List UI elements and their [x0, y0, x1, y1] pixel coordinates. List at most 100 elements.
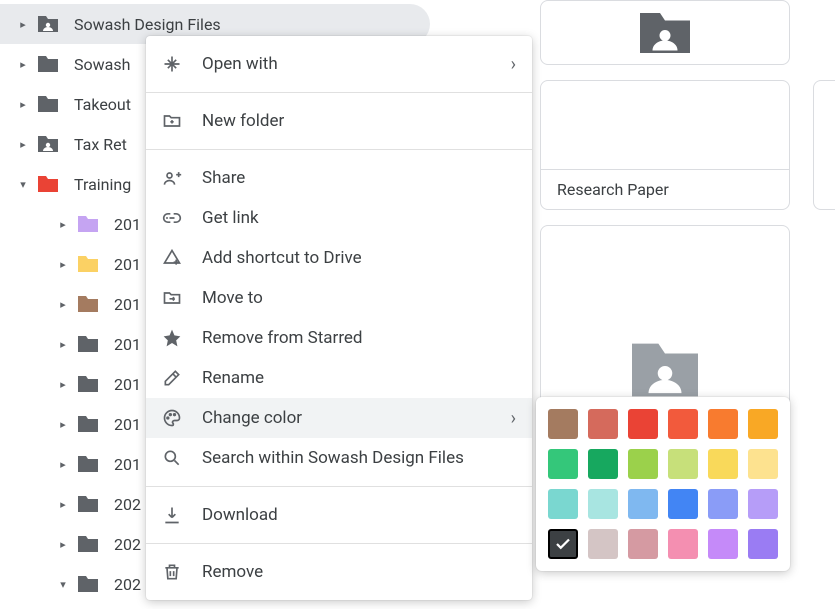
chevron-down-icon[interactable]: ▾ [16, 178, 30, 191]
color-swatch[interactable] [628, 489, 658, 519]
search-icon [162, 448, 202, 468]
new-folder-icon [162, 111, 202, 131]
color-swatch[interactable] [748, 409, 778, 439]
tree-item-label: 201 [114, 255, 141, 274]
menu-label: Search within Sowash Design Files [202, 448, 464, 468]
link-icon [162, 208, 202, 228]
folder-icon [36, 92, 60, 116]
palette-icon [162, 408, 202, 428]
folder-icon [36, 172, 60, 196]
chevron-right-icon[interactable]: ▸ [16, 18, 30, 31]
tree-item-label: Training [74, 175, 131, 194]
folder-icon [76, 332, 100, 356]
chevron-right-icon[interactable]: ▸ [16, 138, 30, 151]
tree-item-label: 201 [114, 215, 141, 234]
color-swatch[interactable] [548, 449, 578, 479]
shared-folder-icon [36, 132, 60, 156]
tree-item-label: 202 [114, 535, 141, 554]
tree-item-label: Sowash [74, 55, 130, 74]
color-swatch[interactable] [748, 529, 778, 559]
menu-label: Rename [202, 368, 264, 388]
folder-icon [76, 292, 100, 316]
download-icon [162, 505, 202, 525]
color-swatch[interactable] [588, 489, 618, 519]
move-icon [162, 288, 202, 308]
chevron-right-icon[interactable]: ▸ [56, 378, 70, 391]
chevron-down-icon[interactable]: ▾ [56, 578, 70, 591]
open-with-icon [162, 54, 202, 74]
shared-folder-icon [623, 337, 707, 403]
color-swatch[interactable] [588, 449, 618, 479]
chevron-right-icon[interactable]: ▸ [16, 98, 30, 111]
color-swatch[interactable] [708, 449, 738, 479]
tree-item-label: Sowash Design Files [74, 15, 221, 34]
color-swatch[interactable] [668, 449, 698, 479]
file-card-partial[interactable] [813, 80, 835, 210]
menu-label: Open with [202, 54, 278, 74]
color-swatch[interactable] [668, 489, 698, 519]
check-icon [554, 535, 572, 553]
folder-icon [76, 412, 100, 436]
color-swatch[interactable] [628, 409, 658, 439]
folder-icon [76, 572, 100, 596]
menu-label: Move to [202, 288, 263, 308]
color-swatch[interactable] [628, 449, 658, 479]
menu-label: Change color [202, 408, 302, 428]
menu-label: New folder [202, 111, 284, 131]
file-card-research-paper[interactable]: Research Paper [540, 80, 790, 210]
shared-folder-icon [633, 8, 697, 58]
folder-icon [76, 492, 100, 516]
tree-item-label: Takeout [74, 95, 131, 114]
chevron-right-icon[interactable]: ▸ [56, 538, 70, 551]
menu-label: Share [202, 168, 245, 188]
tree-item-label: 201 [114, 295, 141, 314]
tree-item-label: 202 [114, 575, 141, 594]
folder-icon [76, 532, 100, 556]
folder-icon [76, 372, 100, 396]
tree-item-label: 202 [114, 495, 141, 514]
color-swatch[interactable] [668, 409, 698, 439]
file-card[interactable] [540, 0, 790, 65]
color-swatch[interactable] [708, 409, 738, 439]
chevron-right-icon[interactable]: ▸ [56, 298, 70, 311]
tree-item-label: 201 [114, 375, 141, 394]
folder-icon [76, 212, 100, 236]
color-swatch[interactable] [588, 529, 618, 559]
tree-item-label: 201 [114, 455, 141, 474]
chevron-right-icon[interactable]: ▸ [56, 338, 70, 351]
menu-label: Remove from Starred [202, 328, 363, 348]
chevron-right-icon[interactable]: ▸ [56, 418, 70, 431]
menu-label: Download [202, 505, 278, 525]
star-icon [162, 328, 202, 348]
folder-icon [76, 452, 100, 476]
color-swatch[interactable] [668, 529, 698, 559]
color-picker [536, 397, 790, 571]
color-swatch[interactable] [548, 529, 578, 559]
folder-icon [76, 252, 100, 276]
tree-item-label: Tax Ret [74, 135, 127, 154]
chevron-right-icon[interactable]: ▸ [16, 58, 30, 71]
rename-icon [162, 368, 202, 388]
menu-label: Get link [202, 208, 259, 228]
card-label: Research Paper [541, 169, 789, 209]
share-icon [162, 168, 202, 188]
color-swatch[interactable] [548, 409, 578, 439]
tree-item-label: 201 [114, 335, 141, 354]
color-swatch[interactable] [708, 489, 738, 519]
chevron-right-icon[interactable]: ▸ [56, 218, 70, 231]
menu-label: Remove [202, 562, 263, 582]
chevron-right-icon[interactable]: ▸ [56, 458, 70, 471]
shortcut-icon [162, 248, 202, 268]
menu-label: Add shortcut to Drive [202, 248, 362, 268]
color-swatch[interactable] [708, 529, 738, 559]
color-swatch[interactable] [548, 489, 578, 519]
tree-item-label: 201 [114, 415, 141, 434]
chevron-right-icon[interactable]: ▸ [56, 498, 70, 511]
color-swatch[interactable] [628, 529, 658, 559]
trash-icon [162, 562, 202, 582]
color-swatch[interactable] [588, 409, 618, 439]
chevron-right-icon[interactable]: ▸ [56, 258, 70, 271]
color-swatch[interactable] [748, 449, 778, 479]
color-swatch[interactable] [748, 489, 778, 519]
shared-folder-icon [36, 12, 60, 36]
